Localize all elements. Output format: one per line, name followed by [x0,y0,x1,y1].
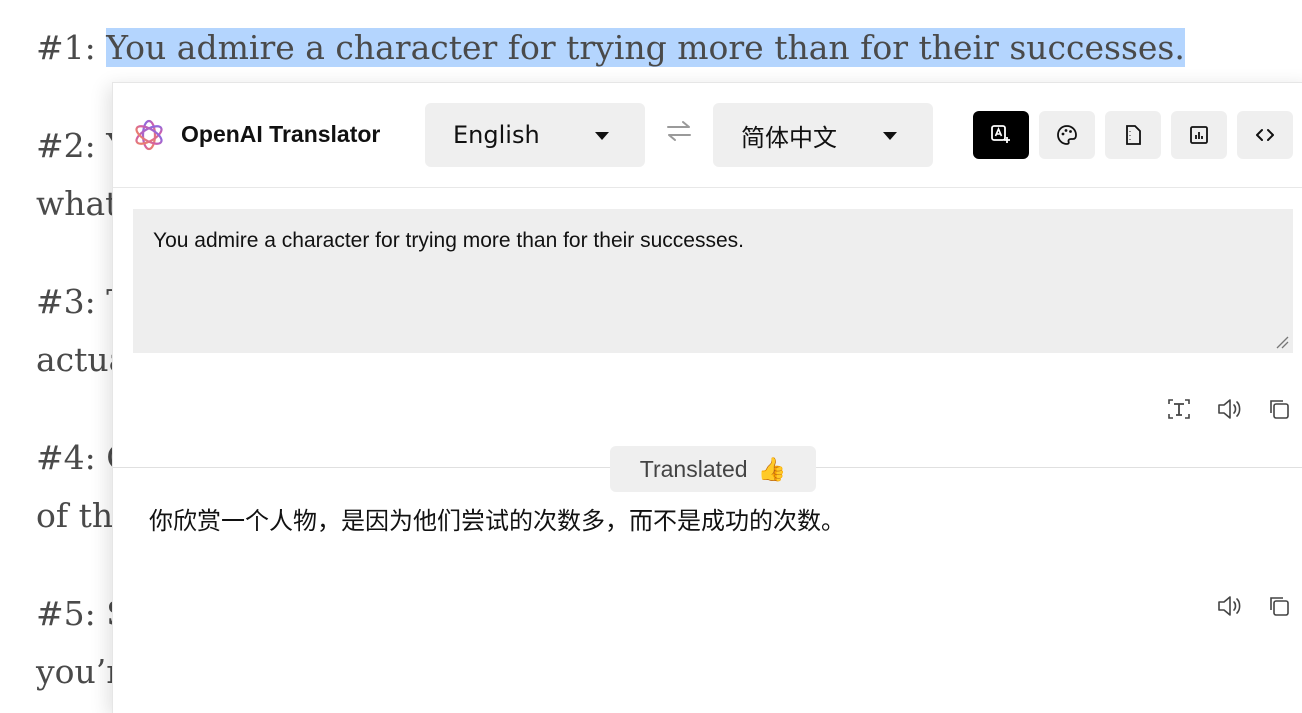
article-line-prefix: #1: [36,28,107,67]
code-icon [1256,129,1274,141]
source-language-select[interactable]: English [425,103,645,167]
article-line-1: #1: You admire a character for trying mo… [36,28,1185,67]
document-button[interactable] [1105,111,1161,159]
speaker-icon [1218,596,1241,616]
article-line-9: you’r [36,652,123,691]
status-text: Translated [639,455,748,482]
openai-logo-icon [135,119,163,151]
stats-button[interactable] [1171,111,1227,159]
translate-mode-button[interactable] [973,111,1029,159]
source-language-value: English [453,121,540,149]
source-copy-button[interactable] [1265,395,1293,423]
source-text: You admire a character for trying more t… [153,229,744,252]
text-recognition-icon [1168,399,1190,419]
palette-icon [1057,125,1077,145]
source-text-input[interactable]: You admire a character for trying more t… [133,209,1293,353]
result-speak-button[interactable] [1215,592,1243,620]
chevron-down-icon [595,132,609,140]
chevron-down-icon [883,132,897,140]
translated-text: 你欣赏一个人物，是因为他们尝试的次数多，而不是成功的次数。 [149,507,845,535]
selected-text[interactable]: You admire a character for trying more t… [106,28,1185,67]
translate-icon [991,125,1010,143]
resize-handle-icon[interactable] [1275,335,1289,349]
swap-languages-icon[interactable] [665,119,693,143]
theme-button[interactable] [1039,111,1095,159]
source-speak-button[interactable] [1215,395,1243,423]
app-title: OpenAI Translator [181,121,381,147]
thumbs-up-icon: 👍 [757,455,787,482]
copy-icon [1270,597,1289,616]
translator-popup: OpenAI Translator English 简体中文 You admir… [112,82,1302,713]
target-language-select[interactable]: 简体中文 [713,103,933,167]
status-badge: Translated 👍 [610,446,816,492]
popup-header: OpenAI Translator English 简体中文 [113,83,1302,188]
speaker-icon [1218,399,1241,419]
copy-icon [1270,400,1289,419]
chart-icon [1190,126,1208,144]
result-copy-button[interactable] [1265,592,1293,620]
document-icon [1126,125,1141,145]
source-ocr-button[interactable] [1165,395,1193,423]
code-button[interactable] [1237,111,1293,159]
article-line-3: what [36,184,119,223]
target-language-value: 简体中文 [741,123,837,152]
